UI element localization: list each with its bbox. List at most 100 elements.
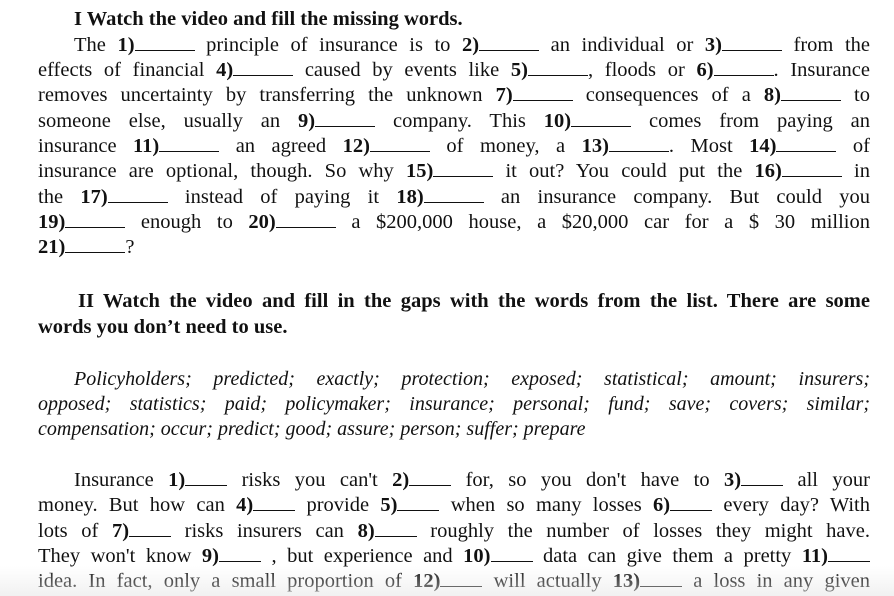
gap-number: 7) <box>495 84 513 106</box>
text-fragment: for, so you don't have to <box>451 469 725 491</box>
gap-number: 17) <box>80 186 108 208</box>
text-fragment: , but experience and <box>260 545 464 567</box>
fill-in-blank[interactable] <box>397 492 440 511</box>
gap-number: 3) <box>724 469 742 491</box>
fill-in-blank[interactable] <box>159 133 220 152</box>
text-fragment: every day? With <box>712 494 870 516</box>
text-fragment: instead of paying it <box>167 186 397 208</box>
gap-number: 3) <box>704 34 722 56</box>
fill-in-blank[interactable] <box>776 133 837 152</box>
fill-in-blank[interactable] <box>65 209 126 228</box>
fill-in-blank[interactable] <box>490 543 533 562</box>
gap-number: 2) <box>462 34 480 56</box>
fill-in-blank[interactable] <box>129 518 172 537</box>
text-fragment: insurance are optional, though. So why <box>38 160 406 182</box>
fill-in-blank[interactable] <box>134 32 195 51</box>
text-line: Insurance 1) risks you can't 2) for, so … <box>38 467 870 493</box>
text-fragment: insurance <box>38 135 134 157</box>
text-fragment: an individual or <box>539 34 705 56</box>
text-fragment: Insurance <box>74 469 169 491</box>
text-fragment: all your <box>783 469 870 491</box>
gap-number: 5) <box>510 59 528 81</box>
text-fragment: caused by events like <box>293 59 511 81</box>
text-fragment: from the <box>781 34 870 56</box>
text-fragment: They won't know <box>38 545 202 567</box>
text-fragment: comes from paying an <box>631 110 871 132</box>
gap-number: 13) <box>581 135 609 157</box>
fill-in-blank[interactable] <box>713 57 774 76</box>
fill-in-blank[interactable] <box>741 467 784 486</box>
text-fragment: someone else, usually an <box>38 110 298 132</box>
text-fragment: of money, a <box>429 135 582 157</box>
text-fragment: an agreed <box>219 135 343 157</box>
text-fragment: ? <box>125 236 135 258</box>
fill-in-blank[interactable] <box>571 108 632 127</box>
fill-in-blank[interactable] <box>218 543 261 562</box>
text-fragment: will actually <box>482 570 613 592</box>
fill-in-blank[interactable] <box>640 568 683 587</box>
gap-number: 7) <box>111 520 130 542</box>
text-line: removes uncertainty by transferring the … <box>38 82 870 108</box>
fill-in-blank[interactable] <box>369 133 430 152</box>
text-fragment: removes uncertainty by transferring the … <box>38 84 496 106</box>
fill-in-blank[interactable] <box>185 467 228 486</box>
fill-in-blank[interactable] <box>409 467 452 486</box>
fill-in-blank[interactable] <box>374 518 417 537</box>
text-fragment: provide <box>295 494 381 516</box>
text-line: idea. In fact, only a small proportion o… <box>38 568 870 594</box>
gap-number: 21) <box>38 236 66 258</box>
fill-in-blank[interactable] <box>433 158 494 177</box>
text-fragment: lots of <box>38 520 112 542</box>
text-fragment: risks you can't <box>227 469 393 491</box>
gap-number: 13) <box>612 570 641 592</box>
section2-heading-line2: words you don’t need to use. <box>38 316 288 338</box>
text-fragment: an insurance company. But could you <box>483 186 870 208</box>
section2-heading-line1: II Watch the video and fill in the gaps … <box>78 290 870 312</box>
fill-in-blank[interactable] <box>440 568 483 587</box>
text-fragment: risks insurers can <box>171 520 358 542</box>
text-fragment: a loss in any given <box>682 570 870 592</box>
gap-number: 20) <box>248 211 276 233</box>
fill-in-blank[interactable] <box>527 57 588 76</box>
fill-in-blank[interactable] <box>315 108 376 127</box>
text-line: the 17) instead of paying it 18) an insu… <box>38 184 870 210</box>
text-line: insurance are optional, though. So why 1… <box>38 158 870 184</box>
text-fragment: of <box>836 135 870 157</box>
fill-in-blank[interactable] <box>721 32 782 51</box>
text-fragment: . Most <box>668 135 750 157</box>
text-fragment: . Insurance <box>773 59 870 81</box>
text-fragment: it out? You could put the <box>493 160 755 182</box>
fill-in-blank[interactable] <box>107 184 168 203</box>
text-line: effects of financial 4) caused by events… <box>38 57 870 83</box>
text-line: money. But how can 4) provide 5) when so… <box>38 492 870 518</box>
fill-in-blank[interactable] <box>253 492 296 511</box>
text-fragment: principle of insurance is to <box>194 34 462 56</box>
fill-in-blank[interactable] <box>423 184 484 203</box>
word-list-line: Policyholders; predicted; exactly; prote… <box>74 368 870 390</box>
fill-in-blank[interactable] <box>670 492 713 511</box>
fill-in-blank[interactable] <box>479 32 540 51</box>
gap-number: 10) <box>543 110 572 132</box>
gap-number: 6) <box>653 494 671 516</box>
fill-in-blank[interactable] <box>781 158 842 177</box>
gap-number: 16) <box>754 160 782 182</box>
text-line: 21)? <box>38 234 870 260</box>
fill-in-blank[interactable] <box>233 57 294 76</box>
fill-in-blank[interactable] <box>828 543 871 562</box>
text-line: lots of 7) risks insurers can 8) roughly… <box>38 518 870 544</box>
gap-number: 14) <box>749 135 777 157</box>
gap-number: 15) <box>405 160 434 182</box>
fill-in-blank[interactable] <box>512 82 573 101</box>
text-fragment: enough to <box>125 211 249 233</box>
gap-number: 11) <box>801 545 829 567</box>
fill-in-blank[interactable] <box>65 234 126 253</box>
text-fragment: , floods or <box>587 59 697 81</box>
gap-number: 9) <box>201 545 219 567</box>
gap-number: 12) <box>342 135 370 157</box>
gap-number: 1) <box>117 34 135 56</box>
fill-in-blank[interactable] <box>608 133 669 152</box>
text-line: someone else, usually an 9) company. Thi… <box>38 108 870 134</box>
fill-in-blank[interactable] <box>275 209 336 228</box>
fill-in-blank[interactable] <box>780 82 841 101</box>
gap-number: 5) <box>380 494 398 516</box>
